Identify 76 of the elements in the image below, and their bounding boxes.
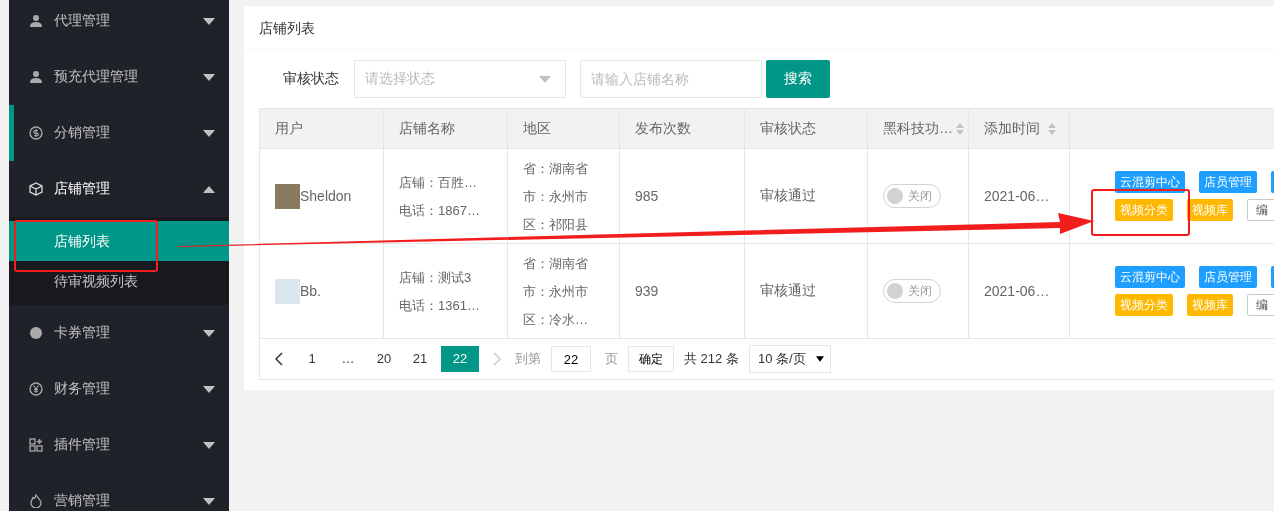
caret-icon [203, 73, 215, 81]
filter-label: 审核状态 [282, 70, 340, 88]
action-button[interactable]: 编 [1247, 199, 1274, 221]
page-link[interactable]: 21 [405, 346, 435, 372]
next-page-icon[interactable] [493, 352, 501, 366]
flame-icon [29, 494, 43, 508]
sort-icon[interactable] [956, 122, 964, 135]
column-header: 发布次数 [620, 109, 745, 148]
cube-icon [29, 182, 43, 196]
caret-icon [203, 329, 215, 337]
user-name: Bb. [300, 283, 321, 299]
table-cell: 市：永州市 [523, 282, 588, 300]
confirm-button[interactable]: 确定 [628, 346, 674, 372]
caret-icon [815, 356, 824, 362]
total-count: 共 212 条 [684, 350, 739, 368]
caret-icon [539, 75, 551, 83]
column-header: 地区 [508, 109, 620, 148]
caret-icon [203, 497, 215, 505]
dollar-icon [29, 126, 43, 140]
column-header: 添加时间 [969, 109, 1070, 148]
yen-icon [29, 382, 43, 396]
table-cell: 区：祁阳县 [523, 215, 588, 233]
sidebar-subitem[interactable]: 待审视频列表 [9, 261, 229, 301]
sidebar-item[interactable]: 营销管理 [9, 473, 229, 511]
table-cell: 省：湖南省 [523, 254, 588, 272]
sort-icon[interactable] [1048, 122, 1056, 135]
caret-icon [203, 385, 215, 393]
sidebar-item[interactable]: 店铺管理 [9, 161, 229, 217]
table-cell: 2021-06… [984, 188, 1050, 204]
sidebar-item[interactable]: 插件管理 [9, 417, 229, 473]
table-cell: 店铺：百胜… [399, 173, 477, 191]
table-cell: 审核通过 [760, 282, 816, 300]
circle-icon [29, 326, 43, 340]
person-icon [29, 14, 43, 28]
caret-icon [203, 441, 215, 449]
goto-label: 到第 [515, 350, 541, 368]
page-size-select[interactable]: 10 条/页 [748, 345, 831, 373]
shop-name-field[interactable]: 请输入店铺名称 [580, 60, 762, 98]
table-cell: 区：冷水… [523, 310, 588, 328]
action-button[interactable]: 编 [1247, 294, 1274, 316]
sidebar-item[interactable]: 代理管理 [9, 0, 229, 49]
photo-placeholder [275, 183, 300, 209]
page-link[interactable]: … [333, 346, 363, 372]
page-number-field[interactable]: 22 [551, 346, 591, 372]
sidebar-item[interactable]: 财务管理 [9, 361, 229, 417]
person-icon [29, 70, 43, 84]
grid-icon [29, 438, 43, 452]
previous-page-icon[interactable] [275, 352, 283, 366]
sidebar-item[interactable]: 卡券管理 [9, 305, 229, 361]
table-cell: 店铺：测试3 [399, 268, 472, 286]
sidebar-subitem[interactable]: 店铺列表 [9, 221, 229, 261]
sidebar-item[interactable]: 预充代理管理 [9, 49, 229, 105]
table-cell: 审核通过 [760, 187, 816, 205]
table-cell: 电话：1867… [399, 201, 480, 219]
page-unit-label: 页 [605, 350, 618, 368]
search-button[interactable]: 搜索 [766, 60, 830, 98]
table-cell: 985 [635, 188, 659, 204]
table-cell: 省：湖南省 [523, 159, 588, 177]
page-link[interactable]: 1 [297, 346, 327, 372]
table-cell: 市：永州市 [523, 187, 588, 205]
page-link[interactable]: 20 [369, 346, 399, 372]
table-cell: 电话：1361… [399, 296, 480, 314]
card-title: 店铺列表 [259, 20, 315, 36]
caret-icon [203, 17, 215, 25]
column-header: 审核状态 [745, 109, 868, 148]
table-cell: 2021-06… [984, 283, 1050, 299]
sidebar-item[interactable]: 分销管理 [9, 105, 229, 161]
caret-icon [203, 129, 215, 137]
user-name: Sheldon [300, 188, 352, 204]
table-cell: 939 [635, 283, 659, 299]
photo-placeholder [275, 278, 300, 304]
column-header: 用户 [260, 109, 384, 148]
column-header: 黑科技功… [868, 109, 969, 148]
column-header: 店铺名称 [384, 109, 508, 148]
caret-icon [203, 185, 215, 193]
page-link[interactable]: 22 [441, 346, 479, 372]
